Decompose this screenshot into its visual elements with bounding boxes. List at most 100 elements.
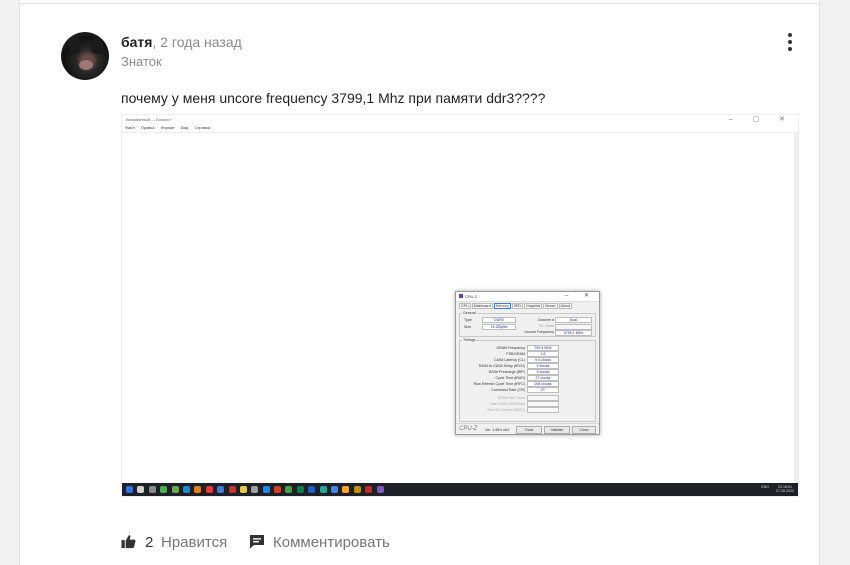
- cpuz-value: Dual: [555, 317, 592, 323]
- taskbar-app-icon: [285, 486, 293, 493]
- notepad-menu-item: Файл: [125, 125, 135, 130]
- notepad-divider: [122, 132, 798, 133]
- taskbar-app-icon: [296, 486, 304, 493]
- cpuz-label: Type: [464, 318, 472, 322]
- cpuz-label: Command Rate (CR): [491, 388, 525, 392]
- cpuz-tab: Bench: [543, 303, 558, 309]
- notepad-menu-item: Правка: [140, 125, 155, 130]
- cpuz-general-group: General Type DDR3 Size 16 GBytes Channel…: [459, 311, 596, 337]
- notepad-menu-item: Вид: [180, 125, 189, 130]
- taskbar-app-icon: [342, 486, 350, 493]
- cpuz-label: DRAM Frequency: [496, 346, 525, 350]
- cpuz-app-icon: [459, 294, 463, 298]
- cpuz-titlebar: CPU-Z – ✕: [456, 292, 599, 302]
- cpuz-label-disabled: Total CAS# (tRDRAM): [489, 402, 525, 406]
- taskbar-app-icon: [262, 486, 270, 493]
- taskbar-app-icon: [308, 486, 316, 493]
- notepad-scrollbar: [794, 133, 798, 483]
- taskbar-app-icon: [217, 486, 225, 493]
- avatar-detail: [91, 38, 103, 54]
- notepad-menu-item: Справка: [194, 125, 211, 130]
- cpuz-label: Size: [464, 325, 471, 329]
- cpuz-label: Uncore Frequency: [524, 330, 554, 334]
- cpuz-uncore-value: 3799.1 MHz: [555, 329, 592, 336]
- tray-language: ENG: [761, 485, 769, 489]
- cpuz-version: Ver. 1.98.0.x64: [485, 428, 509, 432]
- cpuz-window-controls: – ✕: [564, 293, 596, 299]
- cpuz-footer: CPU-Z Ver. 1.98.0.x64 Tools Validate Clo…: [456, 423, 599, 434]
- cpuz-tab: SPD: [511, 303, 523, 309]
- cpuz-label-disabled: DRAM Idle Timer: [497, 396, 525, 400]
- more-options-icon[interactable]: [786, 33, 796, 51]
- cpuz-label: FSB:DRAM: [506, 352, 525, 356]
- more-dot: [788, 40, 792, 44]
- cpuz-value: 2T: [527, 387, 559, 393]
- taskbar-app-icon: [137, 486, 145, 493]
- answer-card: батя, 2 года назад Знаток почему у меня …: [19, 0, 820, 565]
- system-tray: ENG 22:18:51 27.05.2022: [761, 485, 794, 493]
- taskbar-app-icon: [205, 486, 213, 493]
- taskbar-app-icon: [239, 486, 247, 493]
- cpuz-group-label: Timings: [462, 338, 477, 342]
- taskbar-app-icon: [182, 486, 190, 493]
- taskbar-app-icon: [251, 486, 259, 493]
- avatar[interactable]: [61, 32, 109, 80]
- taskbar-app-icon: [365, 486, 373, 493]
- taskbar-app-icon: [274, 486, 282, 493]
- cpuz-close-button: Close: [572, 426, 596, 434]
- tray-clock: 22:18:51 27.05.2022: [776, 485, 794, 493]
- attached-screenshot[interactable]: Безымянный — Блокнот – ▢ ✕ Файл Правка Ф…: [121, 114, 799, 497]
- cpuz-tab: CPU: [459, 303, 471, 309]
- notepad-menu-item: Формат: [160, 125, 175, 130]
- cpuz-validate-button: Validate: [544, 426, 570, 434]
- author-rank: Знаток: [121, 54, 162, 69]
- author-line: батя, 2 года назад: [121, 34, 242, 51]
- cpuz-group-label: General: [462, 311, 477, 315]
- cpuz-title: CPU-Z: [465, 294, 478, 299]
- author-name[interactable]: батя: [121, 34, 152, 50]
- cpuz-tabs: CPU Mainboard Memory SPD Graphics Bench About: [459, 303, 573, 309]
- comment-label: Комментировать: [273, 534, 390, 551]
- cpuz-label: RAS# to CAS# Delay (tRCD): [478, 364, 525, 368]
- cpuz-value: 16 GBytes: [482, 324, 516, 330]
- taskbar-app-icon: [319, 486, 327, 493]
- divider: [20, 3, 819, 4]
- thumbs-up-icon: [121, 535, 136, 549]
- taskbar-app-icon: [171, 486, 179, 493]
- cpuz-label: Row Refresh Cycle Time (tRFC): [473, 382, 525, 386]
- author-separator: ,: [152, 34, 157, 50]
- cpuz-label: Channel #: [537, 318, 554, 322]
- taskbar-app-icon: [228, 486, 236, 493]
- taskbar-app-icon: [126, 486, 133, 493]
- windows-taskbar: ENG 22:18:51 27.05.2022: [122, 483, 798, 496]
- cpuz-tab: About: [558, 303, 572, 309]
- cpuz-brand: CPU-Z: [459, 426, 478, 432]
- taskbar-app-icon: [148, 486, 156, 493]
- cpuz-label: DC Mode: [538, 324, 554, 328]
- taskbar-app-icon: [160, 486, 168, 493]
- taskbar-app-icon: [376, 486, 384, 493]
- cpuz-label: RAS# Precharge (tRP): [488, 370, 525, 374]
- more-dot: [788, 47, 792, 51]
- cpuz-tab: Mainboard: [471, 303, 493, 309]
- notepad-menu: Файл Правка Формат Вид Справка: [125, 125, 215, 130]
- like-count: 2: [145, 534, 154, 551]
- tray-date: 27.05.2022: [776, 489, 794, 493]
- cpuz-label-disabled: Row To Column (tRCD): [487, 408, 525, 412]
- cpuz-value-empty: [527, 407, 559, 413]
- notepad-title: Безымянный — Блокнот: [126, 117, 172, 122]
- notepad-window-controls: – ▢ ✕: [728, 116, 794, 123]
- cpuz-tools-button: Tools: [516, 426, 542, 434]
- taskbar-app-icon: [331, 486, 339, 493]
- cpuz-tab: Graphics: [523, 303, 543, 309]
- like-label: Нравится: [161, 534, 228, 551]
- post-text: почему у меня uncore frequency 3799,1 Mh…: [121, 90, 546, 106]
- cpuz-label: Cycle Time (tRAS): [495, 376, 525, 380]
- avatar-detail: [79, 60, 93, 70]
- taskbar-app-icon: [353, 486, 361, 493]
- cpuz-tab-active: Memory: [493, 303, 511, 309]
- post-time: 2 года назад: [160, 34, 242, 50]
- taskbar-app-icon: [194, 486, 202, 493]
- comment-icon: [250, 535, 264, 549]
- avatar-detail: [69, 36, 81, 54]
